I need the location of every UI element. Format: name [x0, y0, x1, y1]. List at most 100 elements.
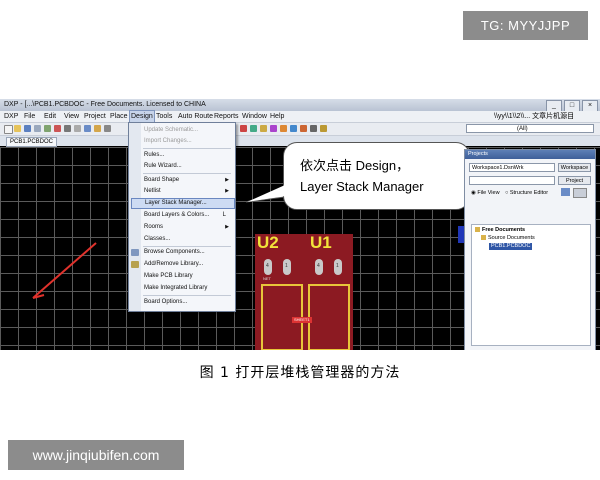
project-select[interactable] [469, 176, 555, 185]
copy-icon[interactable] [64, 125, 71, 132]
menu-project[interactable]: Project [84, 111, 106, 122]
tree-file-label: PCB1.PCBDOC [491, 243, 531, 249]
paste-icon[interactable] [74, 125, 81, 132]
fill-icon[interactable] [280, 125, 287, 132]
window-title: DXP - [...\PCB1.PCBDOC - Free Documents.… [4, 101, 206, 108]
menu-item-browse-components[interactable]: Browse Components... [144, 247, 232, 258]
open-icon[interactable] [14, 125, 21, 132]
toolbar: (All) [0, 123, 600, 136]
folder-icon [481, 235, 486, 241]
move-icon[interactable] [94, 125, 101, 132]
menu-item-classes[interactable]: Classes... [144, 234, 232, 245]
menu-separator [143, 173, 231, 174]
menu-window[interactable]: Window [242, 111, 267, 122]
menu-help[interactable]: Help [270, 111, 284, 122]
print-icon[interactable] [34, 125, 41, 132]
library-icon [131, 261, 139, 268]
submenu-arrow-icon: ▶ [225, 177, 229, 183]
workspace-button[interactable]: Workspace [558, 163, 591, 172]
via-icon[interactable] [260, 125, 267, 132]
new-icon[interactable] [4, 125, 13, 134]
menu-item-label: Netlist [144, 188, 161, 194]
figure-caption: 图 1 打开层堆栈管理器的方法 [199, 365, 401, 381]
pad-label: 4 [266, 263, 269, 269]
title-bar: DXP - [...\PCB1.PCBDOC - Free Documents.… [0, 99, 600, 112]
file-view-radio[interactable]: ◉ File View [471, 189, 500, 197]
callout-line-1: 依次点击 Design， [300, 158, 410, 173]
watermark-top: TG: MYYJJPP [463, 11, 588, 40]
save-icon[interactable] [24, 125, 31, 132]
menu-item-make-integrated-library[interactable]: Make Integrated Library [144, 283, 232, 294]
menu-gutter [129, 123, 141, 311]
screenshot: DXP - [...\PCB1.PCBDOC - Free Documents.… [0, 99, 600, 350]
menu-item-layer-stack-manager[interactable]: Layer Stack Manager... [131, 198, 235, 209]
file-view-label: File View [477, 190, 500, 196]
select-icon[interactable] [84, 125, 91, 132]
u1-designator: U1 [310, 233, 332, 252]
tree-root-label: Free Documents [482, 227, 526, 233]
pad-icon[interactable] [250, 125, 257, 132]
coordinate-icon[interactable] [320, 125, 327, 132]
project-tree: Free Documents Source Documents PCB1.PCB… [471, 224, 591, 346]
tree-folder[interactable]: Source Documents [481, 235, 535, 242]
menu-item-rule-wizard[interactable]: Rule Wizard... [144, 161, 232, 172]
arc-icon[interactable] [270, 125, 277, 132]
pad-label: 4 [317, 263, 320, 269]
folder-icon [475, 227, 480, 233]
sheet-label: SHEET1 [294, 317, 310, 322]
design-menu: Update Schematic... Import Changes... Ru… [128, 122, 236, 312]
menu-item-label: Board Layers & Colors... [144, 212, 210, 218]
menu-edit[interactable]: Edit [44, 111, 56, 122]
watermark-bottom: www.jinqiubifen.com [8, 440, 184, 470]
submenu-arrow-icon: ▶ [225, 224, 229, 230]
align-icon[interactable] [104, 125, 111, 132]
menu-item-label: Board Shape [144, 177, 180, 183]
menu-item-make-pcb-library[interactable]: Make PCB Library [144, 271, 232, 282]
shortcut-label: L [222, 212, 226, 218]
zoom-icon[interactable] [44, 125, 51, 132]
component-icon[interactable] [310, 125, 317, 132]
pad-label: 1 [336, 263, 339, 269]
polygon-icon[interactable] [290, 125, 297, 132]
projects-panel: Projects Workspace1.DsnWrk Workspace Pro… [464, 149, 596, 350]
workspace-select[interactable]: Workspace1.DsnWrk [469, 163, 555, 172]
menu-tools[interactable]: Tools [156, 111, 172, 122]
menu-place[interactable]: Place [110, 111, 128, 122]
menu-item-label: Rooms [144, 224, 164, 230]
menu-item-rooms[interactable]: Rooms ▶ [144, 222, 232, 233]
menu-separator [143, 295, 231, 296]
u2-designator: U2 [257, 233, 279, 252]
menu-reports[interactable]: Reports [214, 111, 239, 122]
callout-bubble: 依次点击 Design， Layer Stack Manager [283, 142, 470, 210]
menu-separator [143, 148, 231, 149]
panel-options-icon[interactable] [573, 188, 587, 198]
route-icon[interactable] [240, 125, 247, 132]
menu-dxp[interactable]: DXP [4, 111, 18, 122]
menu-item-add-remove-library[interactable]: Add/Remove Library... [144, 259, 232, 270]
menu-item-import-changes[interactable]: Import Changes... [144, 136, 232, 147]
menu-item-board-shape[interactable]: Board Shape ▶ [144, 175, 232, 186]
path-text: \\yy\\1\\2\\... 文章片机源目 [494, 113, 575, 120]
project-button[interactable]: Project [558, 176, 591, 185]
tree-root[interactable]: Free Documents [475, 227, 525, 234]
menu-file[interactable]: File [24, 111, 35, 122]
tree-file-pcb1[interactable]: PCB1.PCBDOC [489, 243, 533, 250]
menu-item-netlist[interactable]: Netlist ▶ [144, 186, 232, 197]
structure-editor-label: Structure Editor [509, 190, 549, 196]
tab-pcb1[interactable]: PCB1.PCBDOC [6, 137, 58, 147]
menu-auto-route[interactable]: Auto Route [178, 111, 213, 122]
menu-item-board-options[interactable]: Board Options... [144, 297, 232, 308]
menu-item-rules[interactable]: Rules... [144, 150, 232, 161]
panel-header: Projects [465, 150, 595, 159]
string-icon[interactable] [300, 125, 307, 132]
cut-icon[interactable] [54, 125, 61, 132]
menu-view[interactable]: View [64, 111, 79, 122]
tree-folder-label: Source Documents [488, 235, 535, 241]
pad-label: 1 [285, 263, 288, 269]
layer-combo[interactable]: (All) [466, 124, 594, 133]
structure-editor-radio[interactable]: ○ Structure Editor [505, 189, 548, 197]
menu-bar: DXP File Edit View Project Place Design … [0, 110, 600, 123]
menu-item-update-schematic[interactable]: Update Schematic... [144, 125, 232, 136]
panel-tool-icon[interactable] [561, 188, 570, 196]
menu-item-board-layers-colors[interactable]: Board Layers & Colors... L [144, 210, 232, 221]
